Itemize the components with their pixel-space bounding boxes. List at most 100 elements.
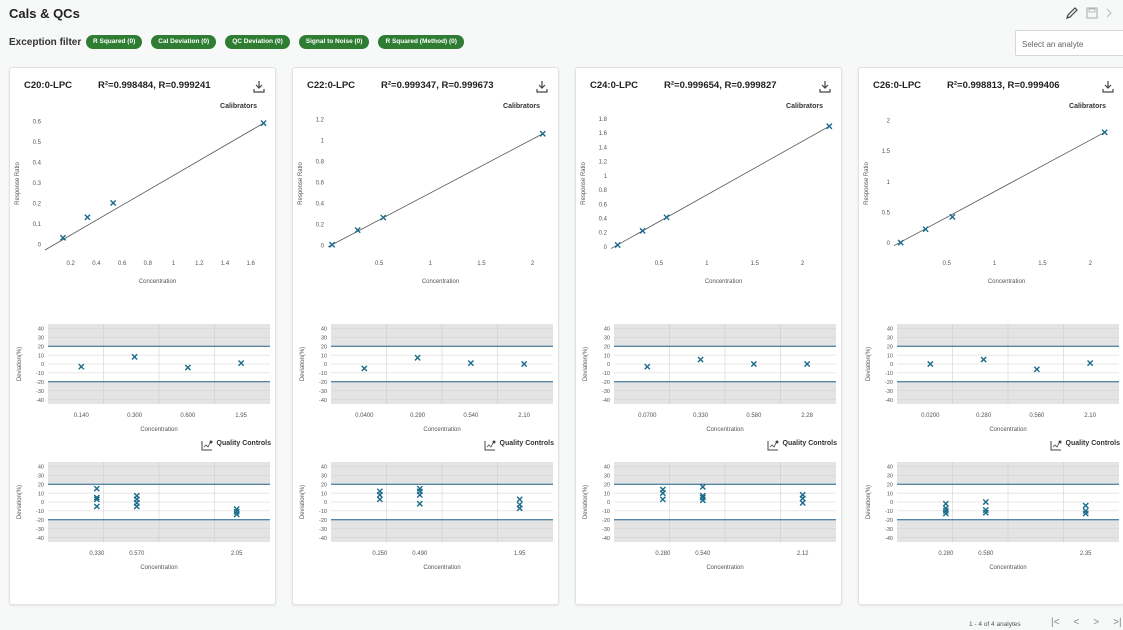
download-icon[interactable] [536, 80, 548, 93]
download-icon[interactable] [1102, 80, 1114, 93]
data-point-marker [826, 123, 833, 130]
y-tick-label: -30 [885, 527, 893, 533]
first-page-button[interactable]: |< [1051, 617, 1059, 628]
save-icon[interactable] [1085, 6, 1099, 20]
x-tick-label: 1 [429, 261, 433, 267]
y-tick-label: 40 [38, 327, 44, 333]
y-tick-label: 0 [41, 500, 44, 506]
y-tick-label: 10 [604, 353, 610, 359]
filter-chip[interactable]: QC Deviation (0) [225, 35, 290, 49]
top-toolbar [1065, 6, 1119, 20]
analyte-select[interactable]: Select an analyte [1015, 30, 1123, 56]
filter-chip[interactable]: Cal Deviation (0) [151, 35, 217, 49]
y-tick-label: 20 [38, 344, 44, 350]
y-tick-label: 0.1 [33, 222, 42, 228]
x-axis-label: Concentration [140, 565, 177, 571]
x-tick-label: 0.5 [375, 261, 384, 267]
x-tick-label: 1.95 [235, 413, 247, 419]
x-axis-label: Concentration [706, 427, 743, 433]
x-tick-label: 0.570 [129, 551, 145, 557]
exception-filter-label: Exception filter [9, 37, 82, 48]
y-tick-label: 0 [38, 242, 42, 248]
y-tick-label: 0 [890, 362, 893, 368]
download-icon[interactable] [253, 80, 265, 93]
data-point-marker [467, 360, 474, 367]
fit-line [44, 122, 264, 251]
qc-chart-icon[interactable] [201, 438, 213, 451]
x-tick-label: 0.330 [89, 551, 105, 557]
quality-controls-header: Quality Controls [201, 438, 271, 451]
x-tick-label: 0.2 [67, 261, 76, 267]
analyte-card: C26:0-LPC R²=0.998813, R=0.999406 Calibrat… [858, 67, 1123, 605]
y-axis-label: Deviation(%) [17, 485, 23, 519]
y-tick-label: -20 [885, 380, 893, 386]
y-tick-label: 10 [321, 491, 327, 497]
qc-chart-icon[interactable] [767, 438, 779, 451]
x-tick-label: 1 [705, 261, 709, 267]
calibration-deviation-chart: 40 30 20 10 0 -10 -20 -30 -40 0.0400 0.290 0.540 2.1… [300, 324, 553, 433]
data-point-marker [639, 227, 646, 234]
data-point-marker [659, 496, 666, 503]
y-tick-label: -10 [885, 371, 893, 377]
pencil-icon[interactable] [1065, 6, 1079, 20]
y-tick-label: 20 [604, 482, 610, 488]
y-tick-label: 20 [604, 344, 610, 350]
x-axis-label: Concentration [139, 279, 176, 285]
y-tick-label: 40 [321, 327, 327, 333]
data-point-marker [980, 356, 987, 363]
calibration-deviation-chart: 40 30 20 10 0 -10 -20 -30 -40 0.0700 0.330 0.580 2.2… [583, 324, 836, 433]
data-point-marker [133, 503, 140, 510]
analyte-name: C24:0-LPC [590, 80, 639, 91]
qc-chart-icon[interactable] [1050, 438, 1062, 451]
download-icon[interactable] [819, 80, 831, 93]
y-tick-label: 0.3 [33, 181, 42, 187]
regression-stats: R²=0.998484, R=0.999241 [98, 80, 211, 91]
filter-chip[interactable]: R Squared (0) [86, 35, 143, 49]
prev-page-button[interactable]: < [1073, 617, 1079, 628]
y-tick-label: 20 [887, 344, 893, 350]
y-tick-label: -40 [319, 398, 327, 404]
analyte-name: C26:0-LPC [873, 80, 922, 91]
data-point-marker [697, 356, 704, 363]
y-tick-label: 0.2 [316, 222, 325, 228]
x-tick-label: 2.12 [797, 551, 809, 557]
data-point-marker [414, 354, 421, 361]
data-point-marker [699, 483, 706, 490]
y-tick-label: 30 [887, 336, 893, 342]
data-point-marker [516, 505, 523, 512]
x-axis-label: Concentration [989, 427, 1026, 433]
y-tick-label: 1.8 [599, 117, 608, 123]
y-tick-label: 0 [321, 243, 325, 249]
y-tick-label: 30 [321, 336, 327, 342]
filter-chip[interactable]: R Squared (Method) (0) [378, 35, 464, 49]
filter-chip[interactable]: Signal to Noise (0) [298, 35, 370, 49]
more-icon[interactable] [1105, 6, 1119, 20]
last-page-button[interactable]: >| [1113, 617, 1121, 628]
y-tick-label: -30 [319, 527, 327, 533]
data-point-marker [1033, 366, 1040, 373]
next-page-button[interactable]: > [1093, 617, 1099, 628]
data-point-marker [238, 360, 245, 367]
x-tick-label: 0.250 [372, 551, 388, 557]
x-tick-label: 0.140 [74, 413, 90, 419]
x-tick-label: 0.560 [1029, 413, 1045, 419]
y-tick-label: 10 [321, 353, 327, 359]
y-tick-label: -30 [885, 389, 893, 395]
data-point-marker [1082, 502, 1089, 509]
y-tick-label: -30 [602, 389, 610, 395]
x-tick-label: 0.5 [655, 261, 664, 267]
y-tick-label: 10 [887, 491, 893, 497]
y-tick-label: 1.2 [599, 160, 608, 166]
y-tick-label: -20 [885, 518, 893, 524]
x-tick-label: 0.0400 [355, 413, 374, 419]
data-point-marker [539, 130, 546, 137]
y-tick-label: 0.6 [316, 180, 325, 186]
y-tick-label: 20 [38, 482, 44, 488]
x-tick-label: 1.5 [477, 261, 486, 267]
data-point-marker [376, 496, 383, 503]
y-tick-label: -10 [602, 509, 610, 515]
y-tick-label: 0 [324, 500, 327, 506]
x-tick-label: 1.5 [750, 261, 759, 267]
quality-controls-header: Quality Controls [1050, 438, 1120, 451]
qc-chart-icon[interactable] [484, 438, 496, 451]
